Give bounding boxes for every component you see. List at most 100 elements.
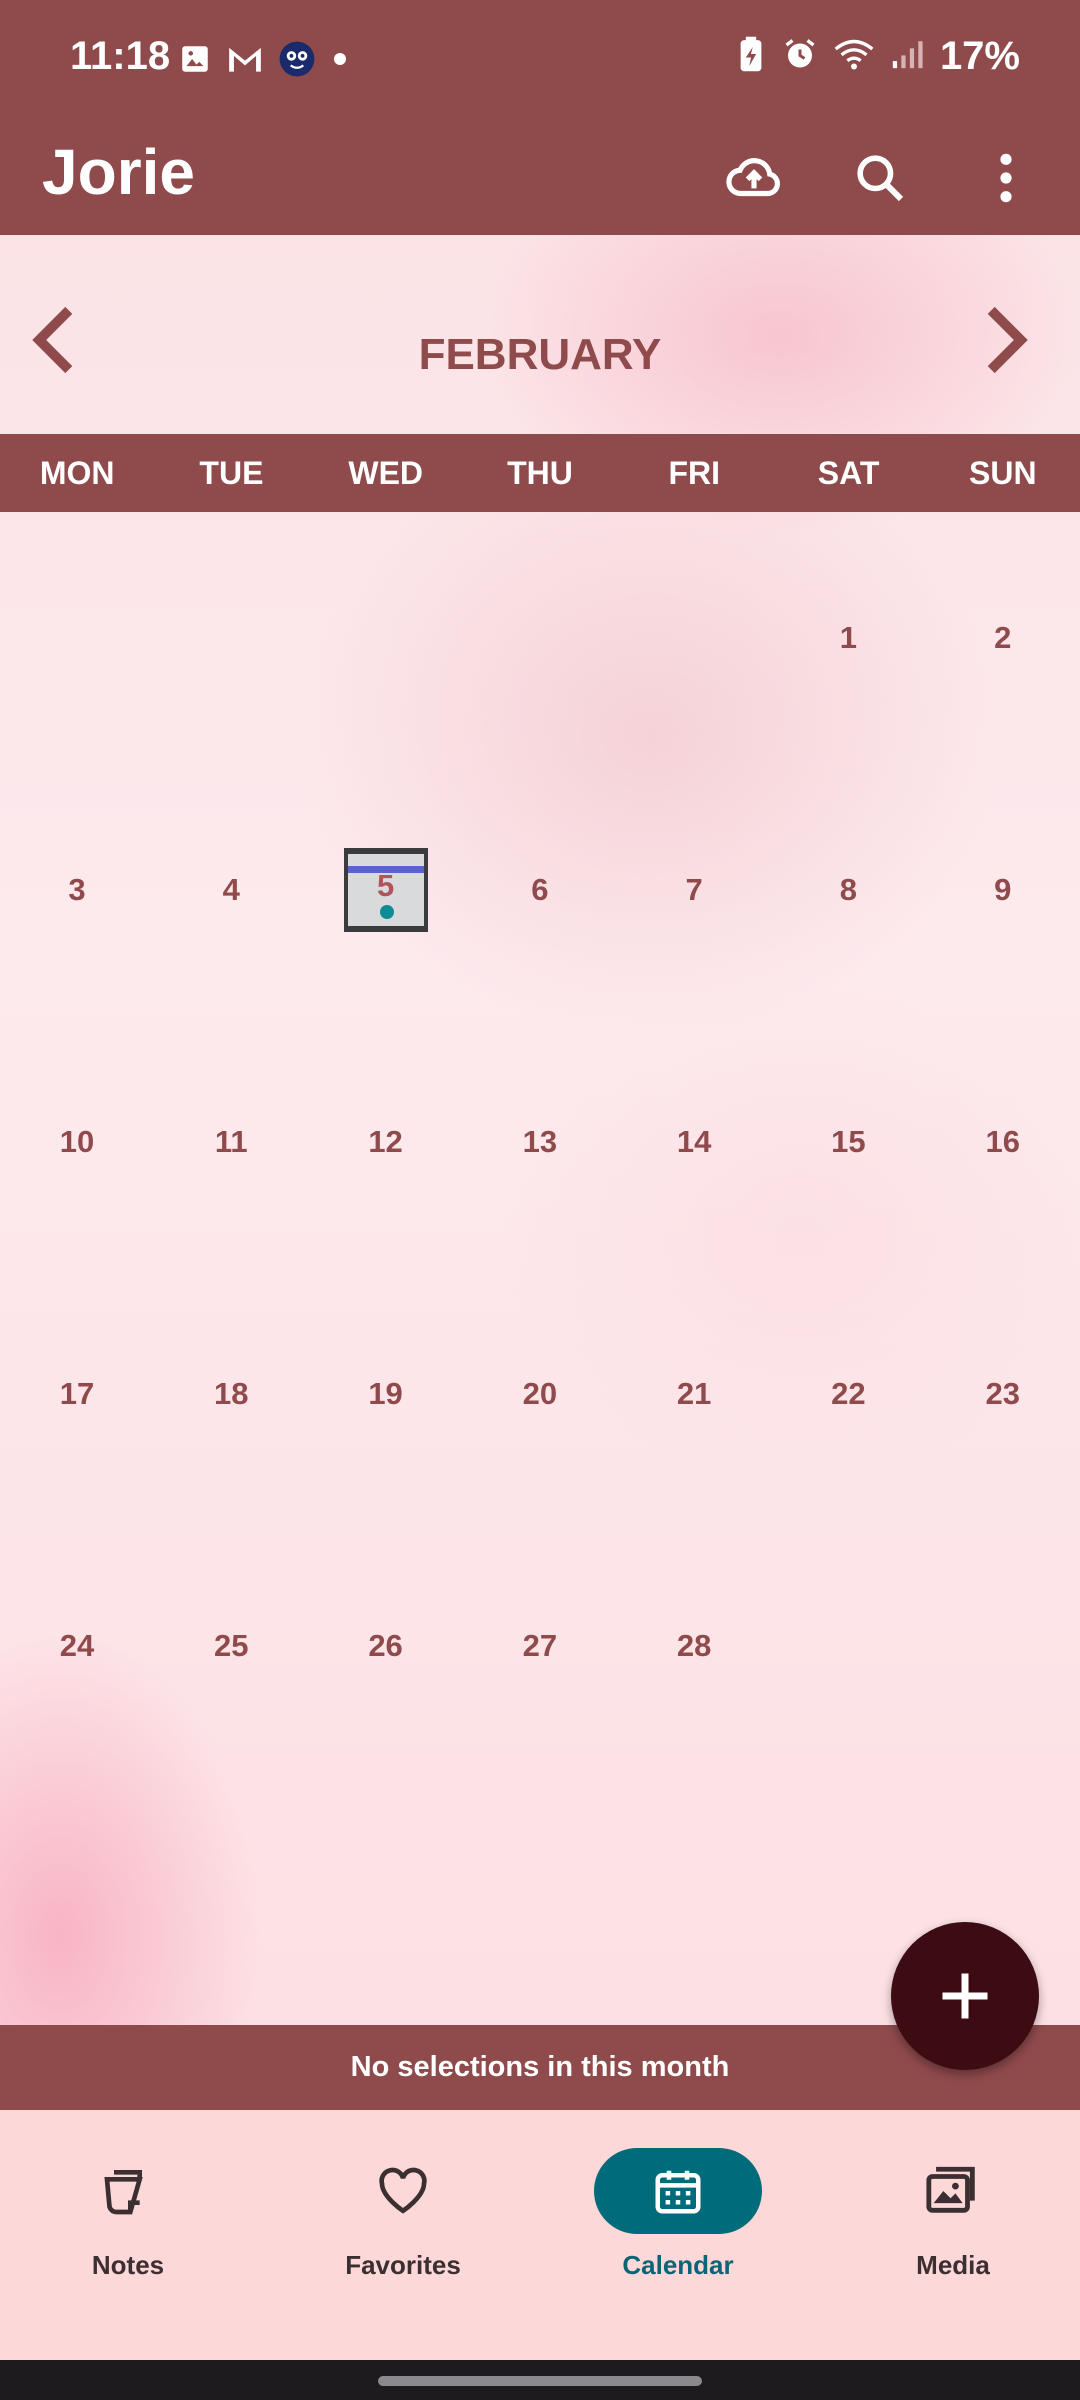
alarm-icon: [782, 36, 818, 77]
status-bar: 11:18 17%: [0, 0, 1080, 120]
status-system-icons: 17%: [736, 34, 1020, 79]
calendar-day[interactable]: 3: [0, 764, 154, 1016]
calendar-day[interactable]: 14: [617, 1016, 771, 1268]
day-number: 25: [214, 1628, 249, 1663]
day-number: 16: [985, 1124, 1020, 1159]
calendar-day[interactable]: 10: [0, 1016, 154, 1268]
weekday-label: FRI: [668, 455, 721, 491]
calendar-day[interactable]: 22: [771, 1268, 925, 1520]
calendar-day[interactable]: 6: [463, 764, 617, 1016]
calendar-day[interactable]: 9: [926, 764, 1080, 1016]
day-number: 3: [68, 872, 86, 907]
day-number: 8: [839, 872, 858, 907]
day-number: 24: [59, 1628, 95, 1663]
app-title: Jorie: [42, 136, 195, 208]
day-number: 17: [59, 1376, 95, 1411]
calendar-day[interactable]: 8: [771, 764, 925, 1016]
calendar-day[interactable]: 13: [463, 1016, 617, 1268]
day-number: 1: [839, 620, 858, 655]
wifi-icon: [834, 36, 874, 77]
day-number: 27: [522, 1628, 558, 1663]
month-title: FEBRUARY: [418, 330, 662, 379]
calendar-day[interactable]: 12: [309, 1016, 463, 1268]
dot-icon: [330, 49, 350, 74]
day-number: 4: [222, 872, 240, 907]
day-number: 5: [376, 868, 395, 903]
calendar-day[interactable]: 20: [463, 1268, 617, 1520]
calendar-day[interactable]: 26: [309, 1520, 463, 1772]
calendar-day[interactable]: 4: [154, 764, 308, 1016]
calendar-day[interactable]: 28: [617, 1520, 771, 1772]
next-month-button[interactable]: [966, 300, 1046, 380]
search-icon[interactable]: [844, 142, 916, 214]
nav-label: Notes: [91, 2250, 165, 2280]
entry-thumbnail: 5: [343, 848, 428, 932]
entry-dot: [379, 905, 394, 919]
chevron-right-icon: [987, 306, 1028, 374]
image-icon: [178, 42, 212, 81]
heart-icon: [319, 2148, 487, 2234]
calendar-day[interactable]: 7: [617, 764, 771, 1016]
calendar-day[interactable]: 2: [926, 512, 1080, 764]
day-number: 12: [368, 1124, 403, 1159]
weekday-header: MON TUE WED THU FRI SAT SUN: [0, 434, 1080, 512]
weekday-label: SUN: [969, 455, 1037, 491]
weekday-label: THU: [507, 455, 573, 491]
add-entry-button[interactable]: [891, 1922, 1039, 2070]
day-number: 7: [685, 872, 703, 907]
calendar-day[interactable]: 16: [926, 1016, 1080, 1268]
more-vert-icon[interactable]: [970, 142, 1042, 214]
battery-saver-icon: [736, 35, 766, 78]
status-time: 11:18: [70, 34, 171, 78]
calendar-icon: [594, 2148, 762, 2234]
day-number: 10: [59, 1124, 95, 1159]
nav-item-favorites[interactable]: Favorites: [268, 2148, 538, 2298]
media-icon: [869, 2148, 1037, 2234]
system-navigation-bar: [0, 2360, 1080, 2400]
weekday-label: WED: [348, 455, 424, 491]
battery-percent: 17%: [939, 34, 1020, 78]
calendar-day[interactable]: 27: [463, 1520, 617, 1772]
plus-icon: [942, 1973, 988, 2019]
day-number: 28: [676, 1628, 712, 1663]
cloud-upload-icon[interactable]: [718, 142, 790, 214]
day-number: 6: [531, 872, 549, 907]
calendar-day[interactable]: 18: [154, 1268, 308, 1520]
nav-label: Favorites: [345, 2250, 461, 2280]
home-gesture-handle[interactable]: [378, 2376, 702, 2386]
calendar-day[interactable]: 1: [771, 512, 925, 764]
nav-label: Calendar: [622, 2250, 734, 2280]
bottom-navigation: Notes Favorites Calendar Media: [0, 2110, 1080, 2360]
calendar-day[interactable]: 11: [154, 1016, 308, 1268]
weekday-label: SAT: [817, 455, 880, 491]
day-number: 20: [522, 1376, 558, 1411]
calendar-day[interactable]: 19: [309, 1268, 463, 1520]
day-number: 21: [676, 1376, 712, 1411]
day-number: 2: [994, 620, 1012, 655]
day-number: 11: [214, 1124, 248, 1159]
nav-label: Media: [916, 2250, 990, 2280]
day-number: 26: [368, 1628, 403, 1663]
day-number: 13: [522, 1124, 558, 1159]
notes-icon: [44, 2148, 212, 2234]
nav-item-media[interactable]: Media: [818, 2148, 1080, 2298]
day-number: 15: [831, 1124, 866, 1159]
calendar-day[interactable]: 15: [771, 1016, 925, 1268]
calendar-day[interactable]: 21: [617, 1268, 771, 1520]
app-bar: Jorie: [0, 120, 1080, 235]
calendar-day[interactable]: 25: [154, 1520, 308, 1772]
month-header: FEBRUARY: [0, 235, 1080, 435]
weekday-label: TUE: [199, 455, 264, 491]
nav-item-calendar[interactable]: Calendar: [543, 2148, 813, 2298]
nav-item-notes[interactable]: Notes: [0, 2148, 263, 2298]
calendar-day[interactable]: 24: [0, 1520, 154, 1772]
status-notification-icons: [178, 40, 350, 83]
day-number: 9: [994, 872, 1012, 907]
calendar-day[interactable]: 23: [926, 1268, 1080, 1520]
day-number: 14: [676, 1124, 712, 1159]
day-number: 19: [368, 1376, 403, 1411]
calendar-day[interactable]: 5: [309, 764, 463, 1016]
day-number: 23: [985, 1376, 1020, 1411]
day-number: 22: [831, 1376, 866, 1411]
calendar-day[interactable]: 17: [0, 1268, 154, 1520]
